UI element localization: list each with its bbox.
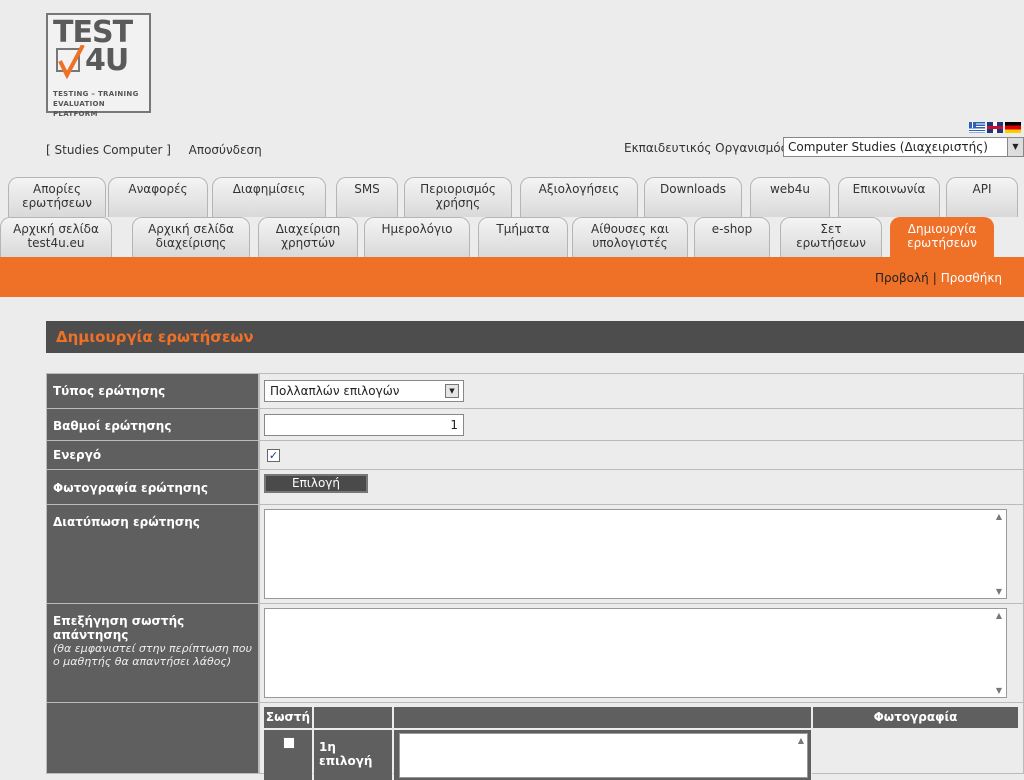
tab-top-7[interactable]: Downloads [644, 177, 742, 217]
grade-label: Βαθμοί ερώτησης [47, 409, 260, 440]
checkmark-icon [56, 45, 85, 80]
greek-flag-icon[interactable] [969, 122, 985, 133]
type-select-value: Πολλαπλών επιλογών [270, 384, 400, 398]
logo: TEST 4U TESTING – TRAINING EVALUATION PLA… [46, 13, 151, 118]
tab-bottom-8[interactable]: Σετ ερωτήσεων [780, 217, 882, 257]
header-blank [314, 707, 393, 728]
form-row-explain: Επεξήγηση σωστής απάντησης (θα εμφανιστε… [47, 604, 1023, 703]
tab-top-4[interactable]: SMS [336, 177, 398, 217]
option-1-textarea[interactable]: ▲ [399, 733, 808, 778]
tab-top-3[interactable]: Διαφημίσεις [212, 177, 326, 217]
studies-link[interactable]: [ Studies Computer ] [46, 143, 171, 157]
tab-top-10[interactable]: API [946, 177, 1018, 217]
tab-bottom-2[interactable]: Αρχική σελίδα διαχείρισης [132, 217, 250, 257]
explain-note: (θα εμφανιστεί στην περίπτωση που ο μαθη… [53, 642, 252, 668]
scroll-up-icon[interactable]: ▲ [798, 736, 804, 745]
chevron-down-icon: ▼ [1007, 138, 1023, 156]
english-flag-icon[interactable] [987, 122, 1003, 133]
tab-bottom-6[interactable]: Αίθουσες και υπολογιστές [572, 217, 688, 257]
sub-nav-separator: | [932, 271, 937, 285]
tab-top-9[interactable]: Επικοινωνία [838, 177, 940, 217]
explain-textarea[interactable]: ▲ ▼ [264, 608, 1007, 698]
page-title: Δημιουργία ερωτήσεων [46, 321, 1024, 353]
form-row-type: Τύπος ερώτησης Πολλαπλών επιλογών ▼ [47, 374, 1023, 409]
explain-label: Επεξήγηση σωστής απάντησης (θα εμφανιστε… [47, 604, 260, 702]
logo-text-4u: 4U [85, 43, 129, 78]
scrollbar[interactable]: ▲ ▼ [990, 609, 1006, 697]
active-checkbox[interactable]: ✓ [267, 449, 280, 462]
grade-input[interactable]: 1 [264, 414, 464, 436]
option-text-cell: ▲ [394, 730, 812, 780]
org-select[interactable]: Computer Studies (Διαχειριστής) ▼ [783, 137, 1024, 157]
tab-bottom-5[interactable]: Τμήματα [478, 217, 568, 257]
header-correct: Σωστή [264, 707, 313, 728]
scroll-down-icon[interactable]: ▼ [996, 686, 1002, 695]
sub-nav-links: Προβολή | Προσθήκη [875, 271, 1002, 285]
type-label: Τύπος ερώτησης [47, 374, 260, 408]
scroll-down-icon[interactable]: ▼ [996, 587, 1002, 596]
logout-link[interactable]: Αποσύνδεση [189, 143, 262, 157]
type-select[interactable]: Πολλαπλών επιλογών ▼ [264, 380, 464, 402]
tab-bottom-9[interactable]: Δημιουργία ερωτήσεων [890, 217, 994, 257]
tab-top-1[interactable]: Απορίες ερωτήσεων [8, 177, 106, 217]
form-row-wording: Διατύπωση ερώτησης ▲ ▼ [47, 505, 1023, 604]
sub-nav-bar [0, 257, 1024, 297]
org-select-value: Computer Studies (Διαχειριστής) [788, 140, 988, 154]
tab-top-6[interactable]: Αξιολογήσεις [520, 177, 638, 217]
top-links: [ Studies Computer ] Αποσύνδεση [46, 143, 262, 157]
choose-photo-button[interactable]: Επιλογή [264, 474, 368, 493]
active-label: Ενεργό [47, 441, 260, 469]
scrollbar[interactable]: ▲ ▼ [990, 510, 1006, 598]
tab-top-2[interactable]: Αναφορές [108, 177, 208, 217]
tab-bottom-3[interactable]: Διαχείριση χρηστών [258, 217, 358, 257]
german-flag-icon[interactable] [1005, 122, 1021, 133]
form-row-photo: Φωτογραφία ερώτησης Επιλογή [47, 470, 1023, 505]
tab-top-8[interactable]: web4u [750, 177, 830, 217]
tab-bottom-7[interactable]: e-shop [694, 217, 770, 257]
option-1-label: 1η επιλογή [314, 730, 393, 780]
explain-label-text: Επεξήγηση σωστής απάντησης [53, 614, 185, 642]
form-row-options: Σωστή Φωτογραφία 1η επιλογή ▲ [47, 703, 1023, 780]
wording-label: Διατύπωση ερώτησης [47, 505, 260, 603]
chevron-down-icon: ▼ [445, 384, 459, 398]
option-1-correct-checkbox[interactable] [283, 737, 295, 749]
tab-bottom-4[interactable]: Ημερολόγιο [364, 217, 470, 257]
question-form: Τύπος ερώτησης Πολλαπλών επιλογών ▼ Βαθμ… [46, 373, 1024, 780]
add-link[interactable]: Προσθήκη [941, 271, 1002, 285]
form-row-active: Ενεργό ✓ [47, 441, 1023, 470]
options-label [47, 703, 260, 773]
wording-textarea[interactable]: ▲ ▼ [264, 509, 1007, 599]
scroll-up-icon[interactable]: ▲ [996, 512, 1002, 521]
form-row-grade: Βαθμοί ερώτησης 1 [47, 409, 1023, 441]
tab-bottom-1[interactable]: Αρχική σελίδα test4u.eu [0, 217, 112, 257]
language-flags [969, 122, 1023, 136]
logo-tagline: TESTING – TRAINING EVALUATION PLATFORM [53, 90, 139, 118]
org-label: Εκπαιδευτικός Οργανισμός: [624, 141, 792, 155]
header-photo: Φωτογραφία [813, 707, 1019, 728]
photo-label: Φωτογραφία ερώτησης [47, 470, 260, 504]
view-link[interactable]: Προβολή [875, 271, 929, 285]
tab-top-5[interactable]: Περιορισμός χρήσης [404, 177, 512, 217]
option-correct-cell [264, 730, 313, 780]
header-text [394, 707, 812, 728]
scroll-up-icon[interactable]: ▲ [996, 611, 1002, 620]
